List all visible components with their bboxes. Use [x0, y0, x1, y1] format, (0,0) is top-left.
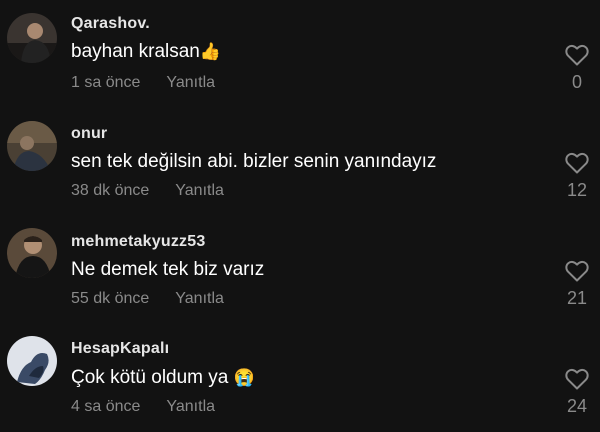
like-control: 12 — [564, 152, 590, 201]
comment-item: onur sen tek değilsin abi. bizler senin … — [0, 108, 600, 216]
timestamp: 55 dk önce — [71, 290, 150, 307]
avatar[interactable] — [7, 13, 57, 63]
timestamp: 4 sa önce — [71, 398, 141, 415]
timestamp: 38 dk önce — [71, 182, 150, 199]
comment-item: mehmetakyuzz53 Ne demek tek biz varız 55… — [0, 216, 600, 324]
reply-button[interactable]: Yanıtla — [166, 398, 215, 415]
heart-outline-icon[interactable] — [565, 44, 589, 66]
comment-text: Ne demek tek biz varız — [71, 259, 265, 280]
comment-meta: 4 sa önce Yanıtla — [71, 398, 215, 416]
heart-outline-icon[interactable] — [565, 260, 589, 282]
thumbs-up-emoji: 👍 — [199, 42, 222, 61]
heart-outline-icon[interactable] — [565, 152, 589, 174]
comment-item: Qarashov. bayhan kralsan👍 1 sa önce Yanıt… — [0, 0, 600, 108]
username[interactable]: Qarashov. — [71, 15, 150, 33]
comment-text: sen tek değilsin abi. bizler senin yanın… — [71, 151, 437, 172]
like-control: 21 — [564, 260, 590, 309]
like-count: 21 — [566, 288, 588, 308]
crying-face-emoji: 😭 — [233, 368, 255, 387]
reply-button[interactable]: Yanıtla — [175, 290, 224, 307]
comment-meta: 38 dk önce Yanıtla — [71, 182, 224, 200]
like-count: 12 — [566, 180, 588, 200]
avatar[interactable] — [7, 228, 57, 278]
heart-outline-icon[interactable] — [565, 368, 589, 390]
comment-text: Çok kötü oldum ya 😭 — [71, 367, 255, 388]
like-control: 24 — [564, 368, 590, 417]
avatar[interactable] — [7, 121, 57, 171]
username[interactable]: HesapKapalı — [71, 340, 169, 358]
reply-button[interactable]: Yanıtla — [175, 182, 224, 199]
username[interactable]: onur — [71, 125, 107, 143]
comment-item: HesapKapalı Çok kötü oldum ya 😭 4 sa önc… — [0, 324, 600, 432]
comment-meta: 1 sa önce Yanıtla — [71, 74, 215, 92]
username[interactable]: mehmetakyuzz53 — [71, 233, 205, 251]
comment-meta: 55 dk önce Yanıtla — [71, 290, 224, 308]
timestamp: 1 sa önce — [71, 74, 141, 91]
like-count: 0 — [571, 72, 582, 92]
like-control: 0 — [564, 44, 590, 93]
reply-button[interactable]: Yanıtla — [166, 74, 215, 91]
comment-text: bayhan kralsan👍 — [71, 41, 222, 62]
like-count: 24 — [566, 396, 588, 416]
avatar[interactable] — [7, 336, 57, 386]
